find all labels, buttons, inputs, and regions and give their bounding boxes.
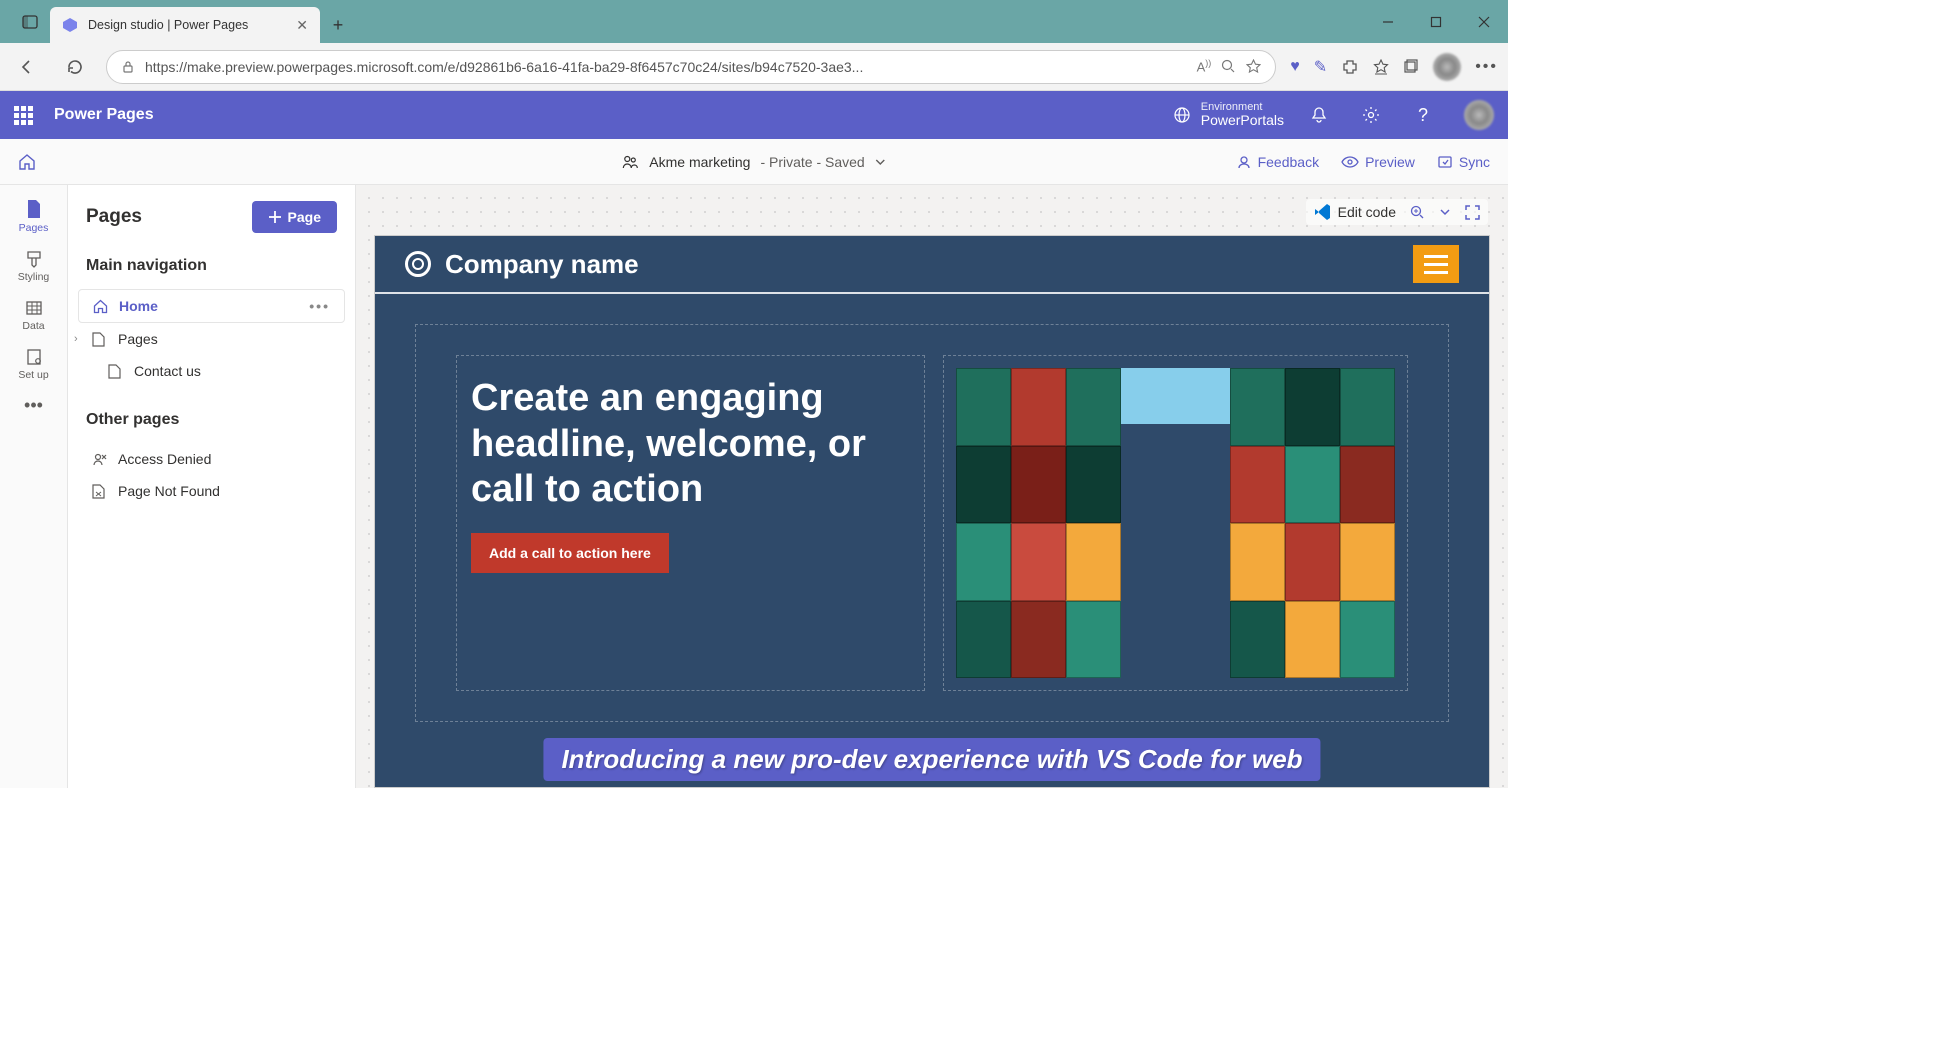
site-preview-canvas[interactable]: Company name Create an engaging headline… xyxy=(374,235,1490,788)
site-picker[interactable]: Akme marketing - Private - Saved xyxy=(621,153,886,171)
refresh-button[interactable] xyxy=(58,50,92,84)
page-icon xyxy=(25,199,43,219)
brand-logo-icon xyxy=(405,251,431,277)
people-icon xyxy=(621,153,639,171)
feedback-button[interactable]: Feedback xyxy=(1236,154,1319,170)
address-bar[interactable]: https://make.preview.powerpages.microsof… xyxy=(106,50,1276,84)
help-icon[interactable]: ? xyxy=(1406,98,1440,132)
preview-button[interactable]: Preview xyxy=(1341,154,1415,170)
nav-item-home[interactable]: Home ••• xyxy=(78,289,345,323)
nav-item-not-found[interactable]: Page Not Found xyxy=(78,475,345,507)
collections-icon[interactable] xyxy=(1403,59,1419,75)
favorite-icon[interactable] xyxy=(1246,59,1261,74)
item-more-icon[interactable]: ••• xyxy=(309,298,330,314)
cta-button[interactable]: Add a call to action here xyxy=(471,533,669,573)
feather-icon[interactable]: ✎ xyxy=(1314,57,1327,77)
window-minimize-button[interactable] xyxy=(1364,0,1412,43)
setup-icon xyxy=(25,348,43,366)
panel-title: Pages xyxy=(86,206,142,228)
chevron-right-icon[interactable]: › xyxy=(74,333,78,345)
settings-icon[interactable] xyxy=(1354,98,1388,132)
brush-icon xyxy=(25,250,43,268)
browser-tab[interactable]: Design studio | Power Pages ✕ xyxy=(50,7,320,43)
home-icon xyxy=(93,299,109,314)
tab-actions-icon[interactable] xyxy=(10,0,50,43)
edit-code-button[interactable]: Edit code xyxy=(1314,203,1396,221)
nav-item-contact[interactable]: Contact us xyxy=(78,355,345,387)
section-other-pages: Other pages xyxy=(68,401,355,439)
browser-menu-icon[interactable]: ••• xyxy=(1475,58,1498,76)
nav-item-pages[interactable]: › Pages xyxy=(78,323,345,355)
notifications-icon[interactable] xyxy=(1302,98,1336,132)
hero-image xyxy=(956,368,1395,678)
nav-item-access-denied[interactable]: Access Denied xyxy=(78,443,345,475)
section-main-nav: Main navigation xyxy=(68,247,355,285)
environment-label: Environment xyxy=(1201,101,1284,113)
table-icon xyxy=(25,299,43,317)
app-launcher-icon[interactable] xyxy=(14,106,36,125)
add-page-button[interactable]: Page xyxy=(252,201,337,233)
sync-button[interactable]: Sync xyxy=(1437,154,1490,170)
extensions-icon[interactable] xyxy=(1341,58,1359,76)
page-missing-icon xyxy=(92,484,108,499)
reader-icon[interactable]: A)) xyxy=(1197,58,1212,74)
zoom-dropdown-icon[interactable] xyxy=(1439,206,1451,218)
tab-title: Design studio | Power Pages xyxy=(88,18,286,32)
rail-data[interactable]: Data xyxy=(0,291,68,340)
lock-icon xyxy=(121,60,135,74)
hero-headline[interactable]: Create an engaging headline, welcome, or… xyxy=(471,376,910,513)
rail-pages[interactable]: Pages xyxy=(0,191,68,242)
rail-styling[interactable]: Styling xyxy=(0,242,68,291)
home-icon[interactable] xyxy=(18,153,36,171)
profile-avatar[interactable] xyxy=(1433,53,1461,81)
user-avatar[interactable] xyxy=(1464,100,1494,130)
window-maximize-button[interactable] xyxy=(1412,0,1460,43)
site-status: - Private - Saved xyxy=(760,154,864,170)
hamburger-menu-button[interactable] xyxy=(1413,245,1459,283)
page-icon xyxy=(108,364,124,379)
environment-icon xyxy=(1173,106,1191,124)
favicon-icon xyxy=(62,17,78,33)
rail-more-icon[interactable]: ••• xyxy=(24,395,43,416)
url-text: https://make.preview.powerpages.microsof… xyxy=(145,59,1187,75)
health-icon[interactable]: ♥ xyxy=(1290,58,1300,76)
zoom-icon[interactable] xyxy=(1221,59,1236,74)
page-icon xyxy=(92,332,108,347)
new-tab-button[interactable]: + xyxy=(320,7,356,43)
fullscreen-icon[interactable] xyxy=(1465,205,1480,220)
rail-setup[interactable]: Set up xyxy=(0,340,68,389)
back-button[interactable] xyxy=(10,50,44,84)
tab-close-icon[interactable]: ✕ xyxy=(296,17,308,34)
chevron-down-icon xyxy=(875,156,887,168)
person-denied-icon xyxy=(92,452,108,467)
site-brand[interactable]: Company name xyxy=(405,249,639,280)
environment-name[interactable]: PowerPortals xyxy=(1201,113,1284,128)
hero-image-block[interactable] xyxy=(943,355,1408,691)
vscode-icon xyxy=(1314,203,1332,221)
promo-caption: Introducing a new pro-dev experience wit… xyxy=(543,738,1320,781)
app-name: Power Pages xyxy=(54,106,154,124)
plus-icon xyxy=(268,210,282,224)
zoom-in-icon[interactable] xyxy=(1410,205,1425,220)
window-close-button[interactable] xyxy=(1460,0,1508,43)
favorites-bar-icon[interactable] xyxy=(1373,59,1389,75)
site-name: Akme marketing xyxy=(649,154,750,170)
hero-text-block[interactable]: Create an engaging headline, welcome, or… xyxy=(456,355,925,691)
